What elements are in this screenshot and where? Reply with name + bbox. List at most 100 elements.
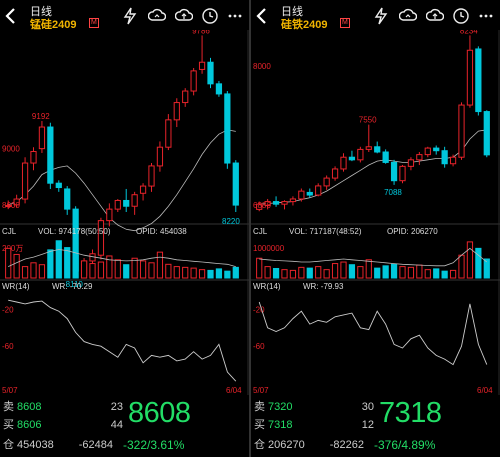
candle-body <box>281 201 288 205</box>
volume-bar <box>182 266 189 279</box>
volume-bar <box>38 264 46 279</box>
high-price-label: 8234 <box>460 30 478 35</box>
candle-body <box>215 83 223 95</box>
candle-body <box>198 61 206 70</box>
candle-body <box>399 165 406 182</box>
chart-area[interactable]: 9000 9786 9192 8110 8600 8220 CJL VOL: 974178(5… <box>0 30 249 395</box>
volume-axis-label: 1000000 <box>253 244 285 253</box>
candle-body <box>433 147 440 152</box>
volume-bar <box>374 267 381 279</box>
back-arrow-icon[interactable] <box>255 6 269 26</box>
sell-volume: 23 <box>110 401 123 413</box>
kline-chart[interactable]: 8000 8234 7550 7088 6886 CJL VOL: 717187(48:52… <box>251 30 500 395</box>
volume-bar <box>148 262 155 279</box>
wr-level-label: -20 <box>253 305 265 314</box>
volume-bar <box>449 269 457 279</box>
candle-body <box>340 156 347 170</box>
sell-row[interactable]: 卖 8608 23 <box>3 399 123 415</box>
wr-level-label: -20 <box>2 305 14 314</box>
volume-title: CJL <box>2 227 17 236</box>
open-interest-value: OPID: 454038 <box>136 227 187 236</box>
buy-price: 8606 <box>17 419 42 431</box>
candle-body <box>272 201 280 205</box>
candle-body <box>47 126 54 184</box>
low-price-label: 7088 <box>384 188 402 197</box>
volume-bar <box>215 268 223 279</box>
right-panel: 日线 硅铁2409 M 8000 8234 7550 7088 6886 CJL VOL: … <box>251 0 500 457</box>
candle-body <box>441 150 448 165</box>
volume-bar <box>156 251 164 279</box>
sell-row[interactable]: 卖 7320 30 <box>254 399 374 415</box>
buy-label: 买 <box>3 419 14 431</box>
first-low-label: 6886 <box>253 201 271 210</box>
volume-bar <box>306 267 313 279</box>
buy-volume: 44 <box>110 419 123 431</box>
clock-icon[interactable] <box>452 7 470 25</box>
open-interest-value: OPID: 206270 <box>387 227 438 236</box>
candle-body <box>148 165 155 187</box>
more-icon[interactable] <box>477 7 495 25</box>
volume-bar <box>256 257 263 279</box>
cloud-sync-icon[interactable] <box>148 7 166 25</box>
buy-row[interactable]: 买 8606 44 <box>3 417 123 433</box>
cloud-sync-icon[interactable] <box>399 7 417 25</box>
candle-body <box>123 199 130 207</box>
position-row: 仓 454038 -62484 -322/3.61% <box>3 437 248 453</box>
candle-body <box>182 90 189 104</box>
candle-body <box>55 182 62 189</box>
volume-bar <box>272 268 280 279</box>
buy-row[interactable]: 买 7318 12 <box>254 417 374 433</box>
volume-bar <box>331 263 339 279</box>
volume-bar <box>13 253 20 279</box>
more-icon[interactable] <box>226 7 244 25</box>
wr-level-label: -60 <box>2 342 14 351</box>
date-end-label: 6/04 <box>477 386 493 395</box>
chart-area[interactable]: 8000 8234 7550 7088 6886 CJL VOL: 717187(48:52… <box>251 30 500 395</box>
volume-bar <box>298 266 305 279</box>
volume-bar <box>289 269 297 279</box>
quote-board: 卖 7320 30 买 7318 12 7318 仓 206270 -82262… <box>251 395 500 457</box>
cloud-upload-icon[interactable] <box>175 7 193 25</box>
first-low-label: 8600 <box>2 201 20 210</box>
candle-body <box>407 159 415 167</box>
candle-body <box>30 151 37 164</box>
lightning-icon[interactable] <box>372 7 390 25</box>
volume-bar <box>357 266 364 279</box>
volume-bar <box>315 266 322 279</box>
candle-body <box>475 48 482 113</box>
main-contract-badge: M <box>340 18 350 28</box>
price-change: -322/3.61% <box>123 438 185 452</box>
candle-body <box>64 188 71 210</box>
kline-chart[interactable]: 900097869192811086008220CJL VOL: 974178(5… <box>0 30 249 395</box>
candle-body <box>357 148 364 161</box>
back-arrow-icon[interactable] <box>4 6 18 26</box>
volume-bar <box>131 257 138 279</box>
last-price: 7318 <box>379 397 442 429</box>
sell-volume: 30 <box>361 401 374 413</box>
candle-body <box>289 198 297 203</box>
volume-bar <box>139 260 147 279</box>
candle-body <box>331 168 339 179</box>
clock-icon[interactable] <box>201 7 219 25</box>
candle-body <box>424 147 431 156</box>
volume-bar <box>466 241 474 279</box>
candle-body <box>97 220 105 256</box>
candle-body <box>374 146 381 153</box>
volume-bar <box>348 264 356 279</box>
volume-bar <box>114 259 121 279</box>
candle-body <box>298 190 305 200</box>
cloud-upload-icon[interactable] <box>426 7 444 25</box>
volume-bar <box>30 262 37 279</box>
volume-bar <box>47 249 54 279</box>
price-level-label: 8000 <box>253 62 271 71</box>
lightning-icon[interactable] <box>121 7 139 25</box>
position-label: 仓 <box>3 439 14 451</box>
last-low-label: 8220 <box>222 217 240 226</box>
volume-bar <box>407 266 415 279</box>
candle-body <box>114 199 121 210</box>
wr-title: WR(14) <box>253 282 281 291</box>
position-row: 仓 206270 -82262 -376/4.89% <box>254 437 499 453</box>
last-price: 8608 <box>128 397 191 429</box>
candle-body <box>21 162 29 200</box>
volume-bar <box>165 263 172 279</box>
